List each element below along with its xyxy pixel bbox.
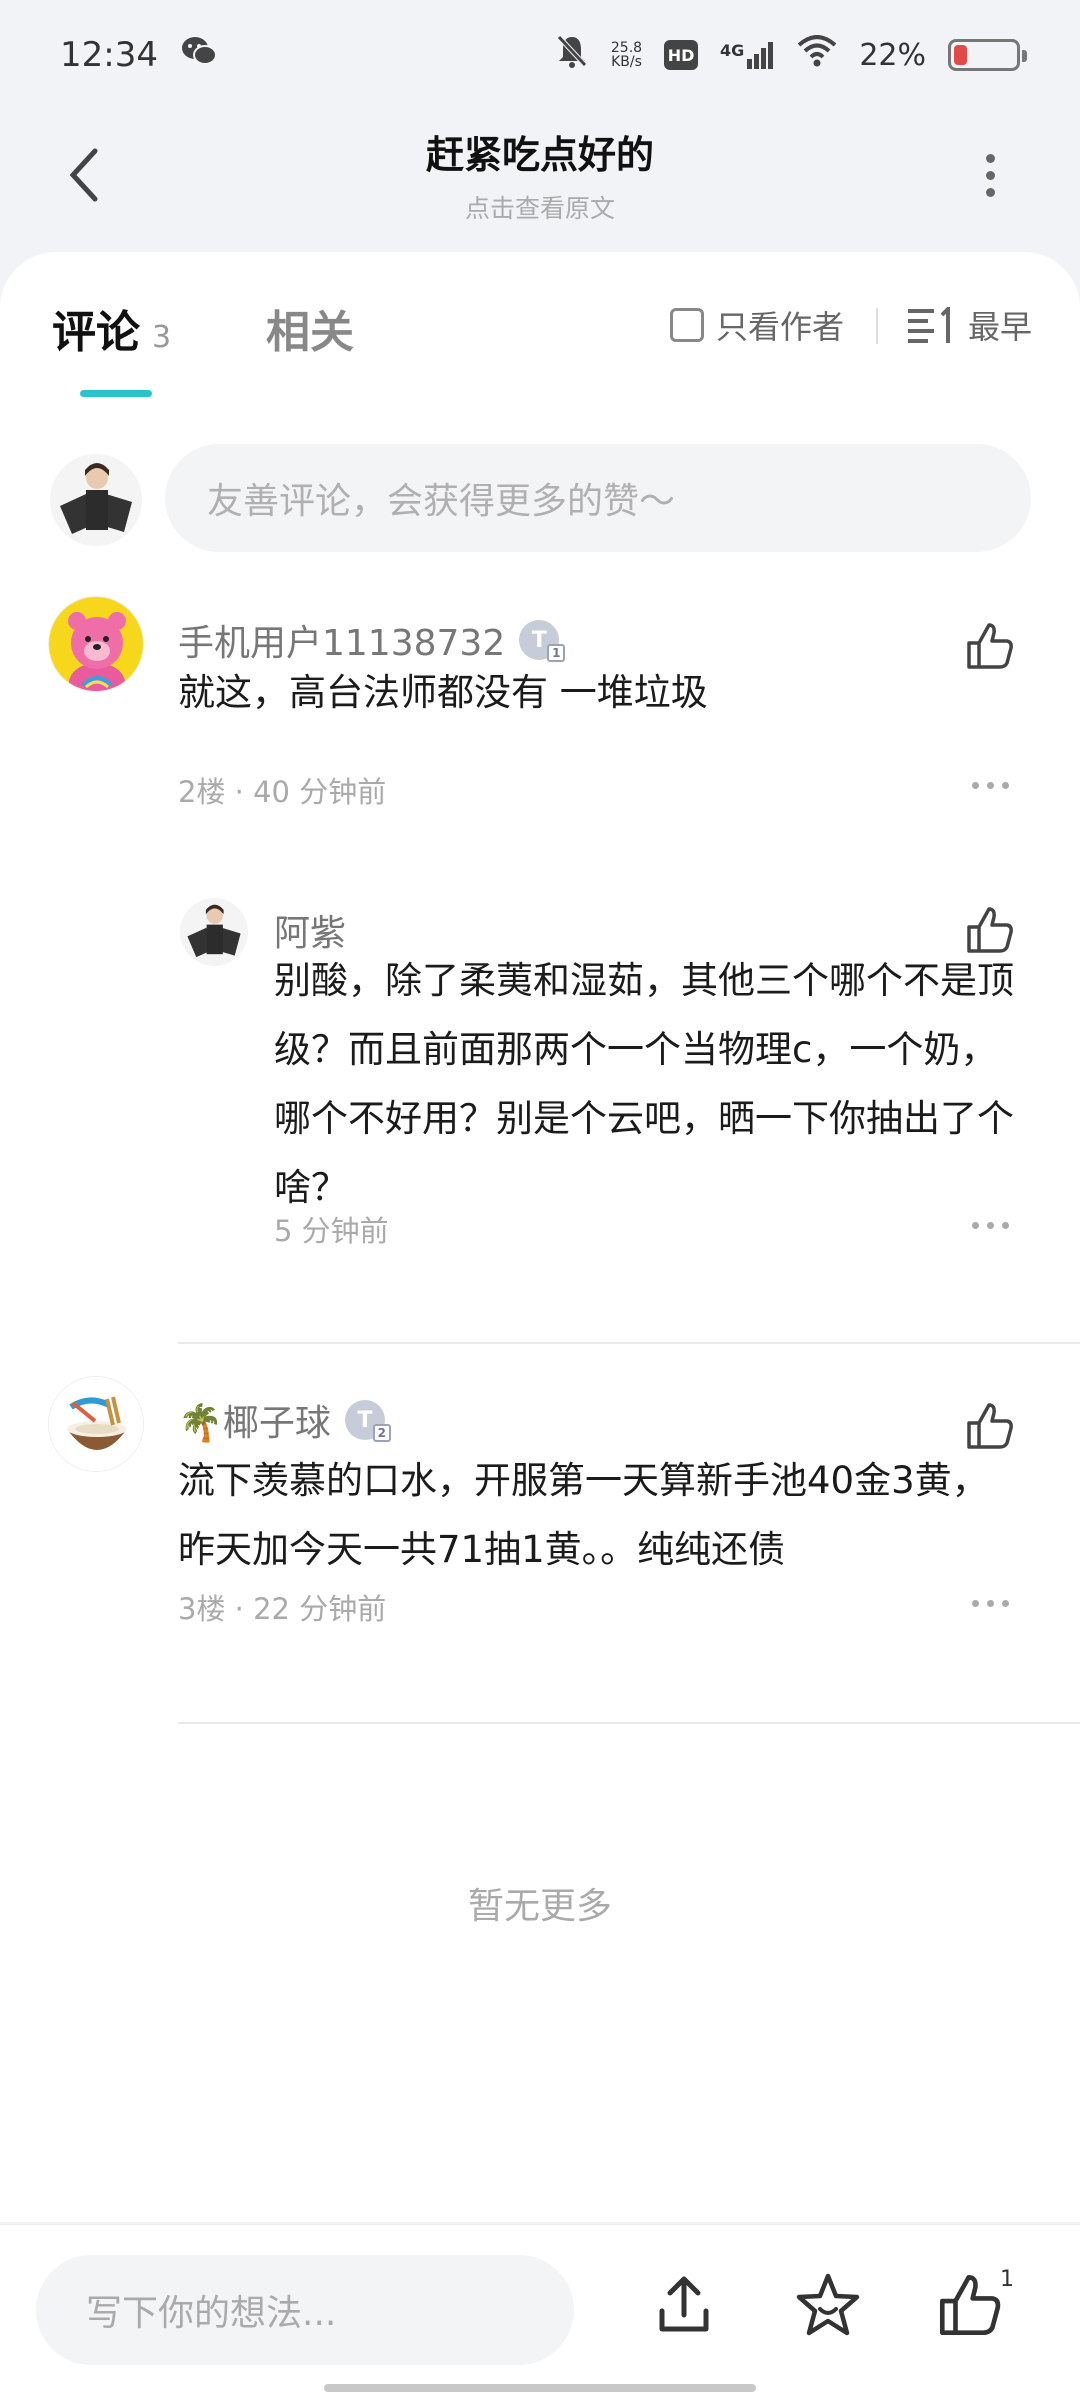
more-dot-icon	[987, 1600, 994, 1607]
more-dot-icon	[985, 170, 995, 180]
status-bar: 12:34 25.8 KB/s HD 4G 22%	[0, 0, 1080, 110]
wifi-icon	[797, 34, 837, 76]
title-block[interactable]: 赶紧吃点好的 点击查看原文	[240, 124, 840, 225]
share-upload-icon	[659, 2276, 709, 2332]
avatar[interactable]	[48, 596, 144, 692]
author-only-label: 只看作者	[716, 308, 845, 346]
care-bear-avatar-icon	[49, 597, 143, 691]
tab-comments-count: 3	[152, 320, 172, 355]
thumbs-up-icon	[967, 1403, 1013, 1449]
star-icon	[796, 2273, 860, 2336]
battery-icon	[948, 39, 1027, 71]
like-count: 1	[1000, 2267, 1014, 2292]
divider	[178, 1342, 1080, 1344]
more-dot-icon	[972, 782, 979, 789]
battery-percent: 22%	[859, 37, 926, 73]
bottom-bar: 写下你的想法... 1	[0, 2224, 1080, 2400]
comment-input[interactable]: 友善评论，会获得更多的赞～	[165, 444, 1031, 552]
tab-related[interactable]: 相关	[266, 296, 354, 360]
my-avatar[interactable]	[50, 454, 142, 546]
tab-comments-label: 评论	[52, 307, 140, 358]
more-dot-icon	[1002, 782, 1009, 789]
write-thought-input[interactable]: 写下你的想法...	[36, 2255, 574, 2365]
comment-more-button[interactable]	[972, 782, 1009, 789]
comment-item: 🌴椰子球 T2 流下羡慕的口水，开服第一天算新手池40金3黄，昨天加今天一共71…	[0, 1376, 1080, 1626]
chevron-left-icon	[69, 148, 98, 202]
status-time: 12:34	[60, 35, 158, 75]
more-dot-icon	[972, 1600, 979, 1607]
more-dot-icon	[985, 153, 995, 163]
sort-order-icon	[908, 307, 950, 343]
more-dot-icon	[972, 1222, 979, 1229]
comment-text: 流下羡慕的口水，开服第一天算新手池40金3黄，昨天加今天一共71抽1黄。。纯纯还…	[178, 1459, 989, 1571]
more-dot-icon	[987, 1222, 994, 1229]
back-button[interactable]	[50, 140, 120, 210]
network-speed: 25.8 KB/s	[610, 40, 643, 70]
no-more-text: 暂无更多	[467, 1886, 612, 1927]
checkbox-icon	[670, 308, 704, 342]
level-badge-icon: T1	[519, 620, 566, 662]
battery-fill	[954, 45, 968, 65]
divider	[178, 1722, 1080, 1724]
header: 赶紧吃点好的 点击查看原文	[0, 110, 1080, 250]
favorite-button[interactable]	[788, 2265, 868, 2345]
divider	[876, 308, 878, 344]
comment-meta: 3楼 · 22 分钟前	[178, 1592, 387, 1626]
comment-meta: 5 分钟前	[274, 1214, 389, 1248]
comment-more-button[interactable]	[972, 1600, 1009, 1607]
signal-4g-icon: 4G	[720, 41, 775, 69]
coconut-avatar-icon	[49, 1377, 143, 1471]
avatar[interactable]	[180, 898, 248, 966]
author-only-toggle[interactable]: 只看作者	[670, 302, 844, 348]
hd-badge: HD	[664, 40, 699, 70]
comment-input-row: 友善评论，会获得更多的赞～	[0, 444, 1080, 554]
level-badge-icon: T2	[344, 1400, 391, 1442]
tab-comments[interactable]: 评论 3	[52, 296, 171, 360]
more-options-button[interactable]	[960, 140, 1020, 210]
reply-item: 阿紫 别酸，除了柔荑和湿茹，其他三个哪个不是顶级？而且前面那两个一个当物理c，一…	[0, 898, 1080, 1248]
view-original-link[interactable]: 点击查看原文	[240, 189, 840, 225]
sort-button[interactable]: 最早	[908, 302, 1032, 348]
home-indicator[interactable]	[324, 2384, 756, 2392]
wechat-icon	[180, 34, 218, 77]
comment-text: 别酸，除了柔荑和湿茹，其他三个哪个不是顶级？而且前面那两个一个当物理c，一个奶，…	[274, 959, 1014, 1209]
active-tab-indicator	[80, 390, 152, 397]
thumbs-up-icon	[939, 2274, 1001, 2336]
comment-item: 手机用户11138732 T1 就这，高台法师都没有 一堆垃圾 2楼 · 40 …	[0, 596, 1080, 809]
more-dot-icon	[1002, 1222, 1009, 1229]
share-button[interactable]	[644, 2265, 724, 2345]
avatar[interactable]	[48, 1376, 144, 1472]
page-title: 赶紧吃点好的	[425, 133, 654, 177]
like-post-button[interactable]	[930, 2265, 1010, 2345]
sort-label: 最早	[968, 308, 1033, 346]
comments-sheet: 评论 3 相关 只看作者 最早 友善评论，会获得更多的赞～ 手机用户111387…	[0, 252, 1080, 2222]
username[interactable]: 🌴椰子球 T2	[178, 1394, 391, 1446]
tabs-row: 评论 3 相关 只看作者 最早	[0, 252, 1080, 402]
username-text: 🌴椰子球	[178, 1403, 331, 1444]
more-dot-icon	[1002, 1600, 1009, 1607]
comment-more-button[interactable]	[972, 1222, 1009, 1229]
more-dot-icon	[987, 782, 994, 789]
mute-bell-icon	[555, 33, 589, 78]
comment-text: 就这，高台法师都没有 一堆垃圾	[178, 671, 708, 714]
comment-meta: 2楼 · 40 分钟前	[178, 775, 387, 809]
more-dot-icon	[985, 187, 995, 197]
